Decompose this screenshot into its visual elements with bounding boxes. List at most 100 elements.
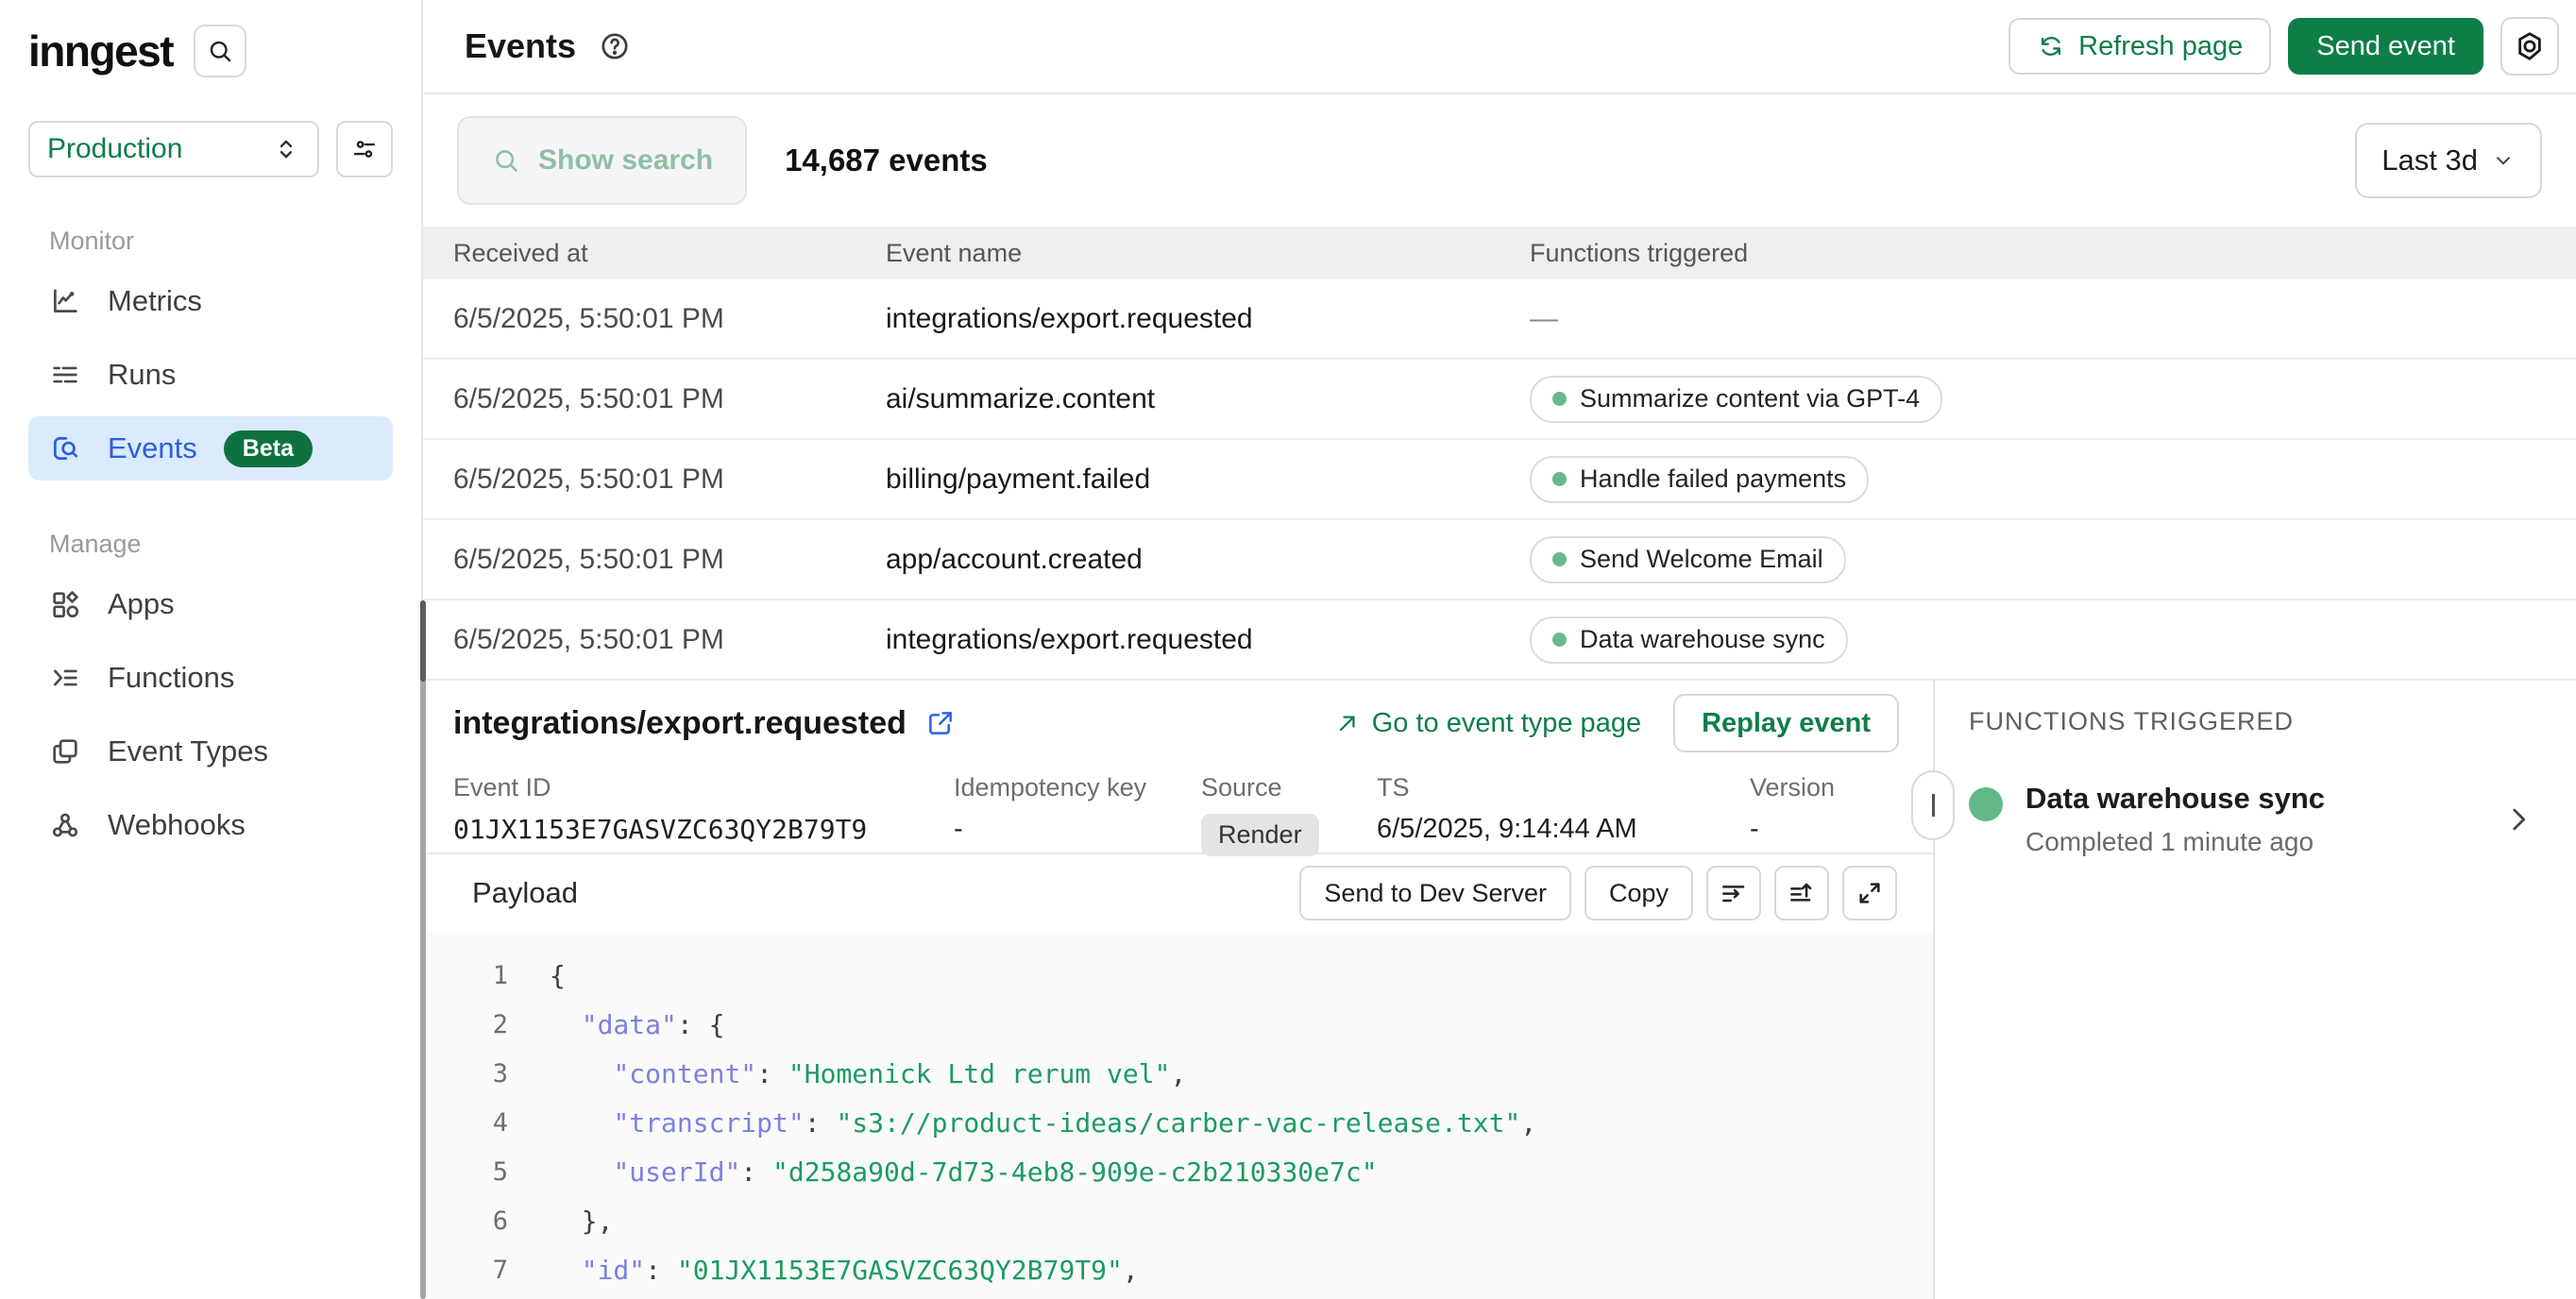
function-badge[interactable]: Summarize content via GPT-4 — [1530, 376, 1942, 423]
code-line: 2 "data": { — [423, 1000, 1933, 1049]
scrollbar-thumb[interactable] — [420, 600, 426, 1299]
page-header: Events Refresh page Send event — [423, 0, 2576, 94]
go-to-event-type-label: Go to event type page — [1372, 708, 1641, 739]
meta-label: Event ID — [453, 773, 954, 802]
sidebar-item-functions[interactable]: Functions — [28, 646, 393, 710]
table-row[interactable]: 6/5/2025, 5:50:01 PMintegrations/export.… — [423, 279, 2576, 360]
table-row[interactable]: 6/5/2025, 5:50:01 PMai/summarize.content… — [423, 360, 2576, 440]
environment-selector[interactable]: Production — [28, 121, 319, 177]
environment-settings-button[interactable] — [336, 121, 393, 177]
copy-icon — [49, 735, 81, 768]
sidebar-item-webhooks[interactable]: Webhooks — [28, 793, 393, 857]
go-to-event-type-link[interactable]: Go to event type page — [1334, 708, 1641, 739]
row-received-at: 6/5/2025, 5:50:01 PM — [423, 624, 856, 656]
send-to-dev-server-button[interactable]: Send to Dev Server — [1299, 866, 1571, 920]
sidebar-item-metrics[interactable]: Metrics — [28, 269, 393, 333]
code-content: "data": { — [508, 1009, 724, 1040]
code-line: 1{ — [423, 951, 1933, 1000]
sidebar-item-label: Runs — [108, 358, 176, 392]
column-event-name: Event name — [856, 239, 1500, 268]
code-line: 6 }, — [423, 1196, 1933, 1245]
table-row[interactable]: 6/5/2025, 5:50:01 PMapp/account.createdS… — [423, 520, 2576, 600]
line-number: 5 — [423, 1157, 508, 1187]
sidebar-item-apps[interactable]: Apps — [28, 572, 393, 636]
line-number: 1 — [423, 961, 508, 990]
status-dot — [1552, 472, 1567, 486]
row-received-at: 6/5/2025, 5:50:01 PM — [423, 383, 856, 415]
beta-badge: Beta — [224, 430, 313, 467]
function-badge[interactable]: Data warehouse sync — [1530, 616, 1848, 664]
refresh-icon — [2037, 32, 2065, 60]
page-title: Events — [465, 26, 576, 66]
meta-label: Version — [1750, 773, 1835, 802]
sidebar-item-label: Event Types — [108, 734, 268, 768]
copy-button[interactable]: Copy — [1585, 866, 1693, 920]
sidebar-item-runs[interactable]: Runs — [28, 343, 393, 407]
word-wrap-button[interactable] — [1706, 866, 1761, 920]
refresh-page-button[interactable]: Refresh page — [2008, 18, 2271, 75]
code-content: "transcript": "s3://product-ideas/carber… — [508, 1107, 1536, 1139]
source-pill: Render — [1201, 814, 1319, 856]
gear-icon — [2513, 29, 2547, 63]
meta-event-id: Event ID 01JX1153E7GASVZC63QY2B79T9 — [453, 773, 954, 852]
event-detail-title: integrations/export.requested — [453, 705, 907, 742]
chevron-down-icon — [2491, 148, 2516, 173]
sidebar-nav: MonitorMetricsRunsEventsBetaManageAppsFu… — [0, 227, 421, 857]
row-received-at: 6/5/2025, 5:50:01 PM — [423, 464, 856, 496]
table-header: Received at Event name Functions trigger… — [423, 227, 2576, 279]
meta-label: Source — [1201, 773, 1377, 802]
panel-resize-handle[interactable] — [1911, 770, 1955, 840]
global-search-button[interactable] — [194, 25, 246, 77]
functions-triggered-title: FUNCTIONS TRIGGERED — [1969, 707, 2576, 736]
runs-icon — [49, 359, 81, 391]
show-search-button[interactable]: Show search — [457, 116, 747, 205]
status-dot — [1552, 552, 1567, 566]
time-range-dropdown[interactable]: Last 3d — [2355, 123, 2542, 198]
row-event-name: integrations/export.requested — [856, 303, 1500, 335]
external-link-icon[interactable] — [925, 708, 956, 738]
sidebar-top: inngest — [0, 0, 421, 77]
expand-button[interactable] — [1842, 866, 1897, 920]
sidebar-item-label: Events — [108, 431, 197, 465]
send-event-button[interactable]: Send event — [2288, 18, 2483, 75]
column-received-at: Received at — [423, 239, 856, 268]
sidebar-item-event-types[interactable]: Event Types — [28, 719, 393, 784]
sidebar-item-label: Webhooks — [108, 808, 246, 842]
settings-button[interactable] — [2500, 17, 2559, 76]
environment-row: Production — [0, 77, 421, 177]
scroll-to-top-button[interactable] — [1774, 866, 1829, 920]
show-search-label: Show search — [538, 144, 713, 177]
line-number: 2 — [423, 1010, 508, 1039]
function-item[interactable]: Data warehouse sync Completed 1 minute ag… — [1969, 782, 2576, 857]
replay-event-button[interactable]: Replay event — [1673, 694, 1899, 752]
help-icon[interactable] — [599, 30, 631, 62]
line-number: 3 — [423, 1059, 508, 1088]
events-count: 14,687 events — [785, 143, 988, 178]
row-functions-triggered: — — [1500, 303, 2576, 335]
apps-icon — [49, 588, 81, 620]
function-name: Data warehouse sync — [2025, 782, 2325, 816]
meta-value: Render — [1201, 814, 1377, 856]
meta-idempotency-key: Idempotency key- — [954, 773, 1201, 852]
code-content: "content": "Homenick Ltd rerum vel", — [508, 1058, 1186, 1089]
function-status: Completed 1 minute ago — [2025, 827, 2325, 857]
search-icon — [206, 37, 234, 65]
column-functions-triggered: Functions triggered — [1500, 239, 2576, 268]
function-badge[interactable]: Handle failed payments — [1530, 456, 1869, 503]
function-item-text: Data warehouse sync Completed 1 minute ag… — [2025, 782, 2325, 857]
app-root: inngest Production MonitorMetricsRunsEve… — [0, 0, 2576, 1299]
payload-title: Payload — [472, 876, 578, 910]
row-functions-triggered: Handle failed payments — [1500, 456, 2576, 503]
meta-value: 01JX1153E7GASVZC63QY2B79T9 — [453, 814, 954, 845]
code-line: 7 "id": "01JX1153E7GASVZC63QY2B79T9", — [423, 1245, 1933, 1294]
payload-header: Payload Send to Dev Server Copy — [423, 854, 1933, 932]
environment-label: Production — [47, 133, 182, 165]
status-dot — [1552, 392, 1567, 406]
sidebar-item-events[interactable]: Events Beta — [28, 416, 393, 481]
status-dot — [1552, 633, 1567, 647]
function-badge[interactable]: Send Welcome Email — [1530, 536, 1846, 583]
table-row[interactable]: 6/5/2025, 5:50:01 PMbilling/payment.fail… — [423, 440, 2576, 520]
table-row[interactable]: 6/5/2025, 5:50:01 PMintegrations/export.… — [423, 600, 2576, 681]
events-toolbar: Show search 14,687 events Last 3d — [423, 94, 2576, 227]
word-wrap-icon — [1719, 878, 1749, 908]
